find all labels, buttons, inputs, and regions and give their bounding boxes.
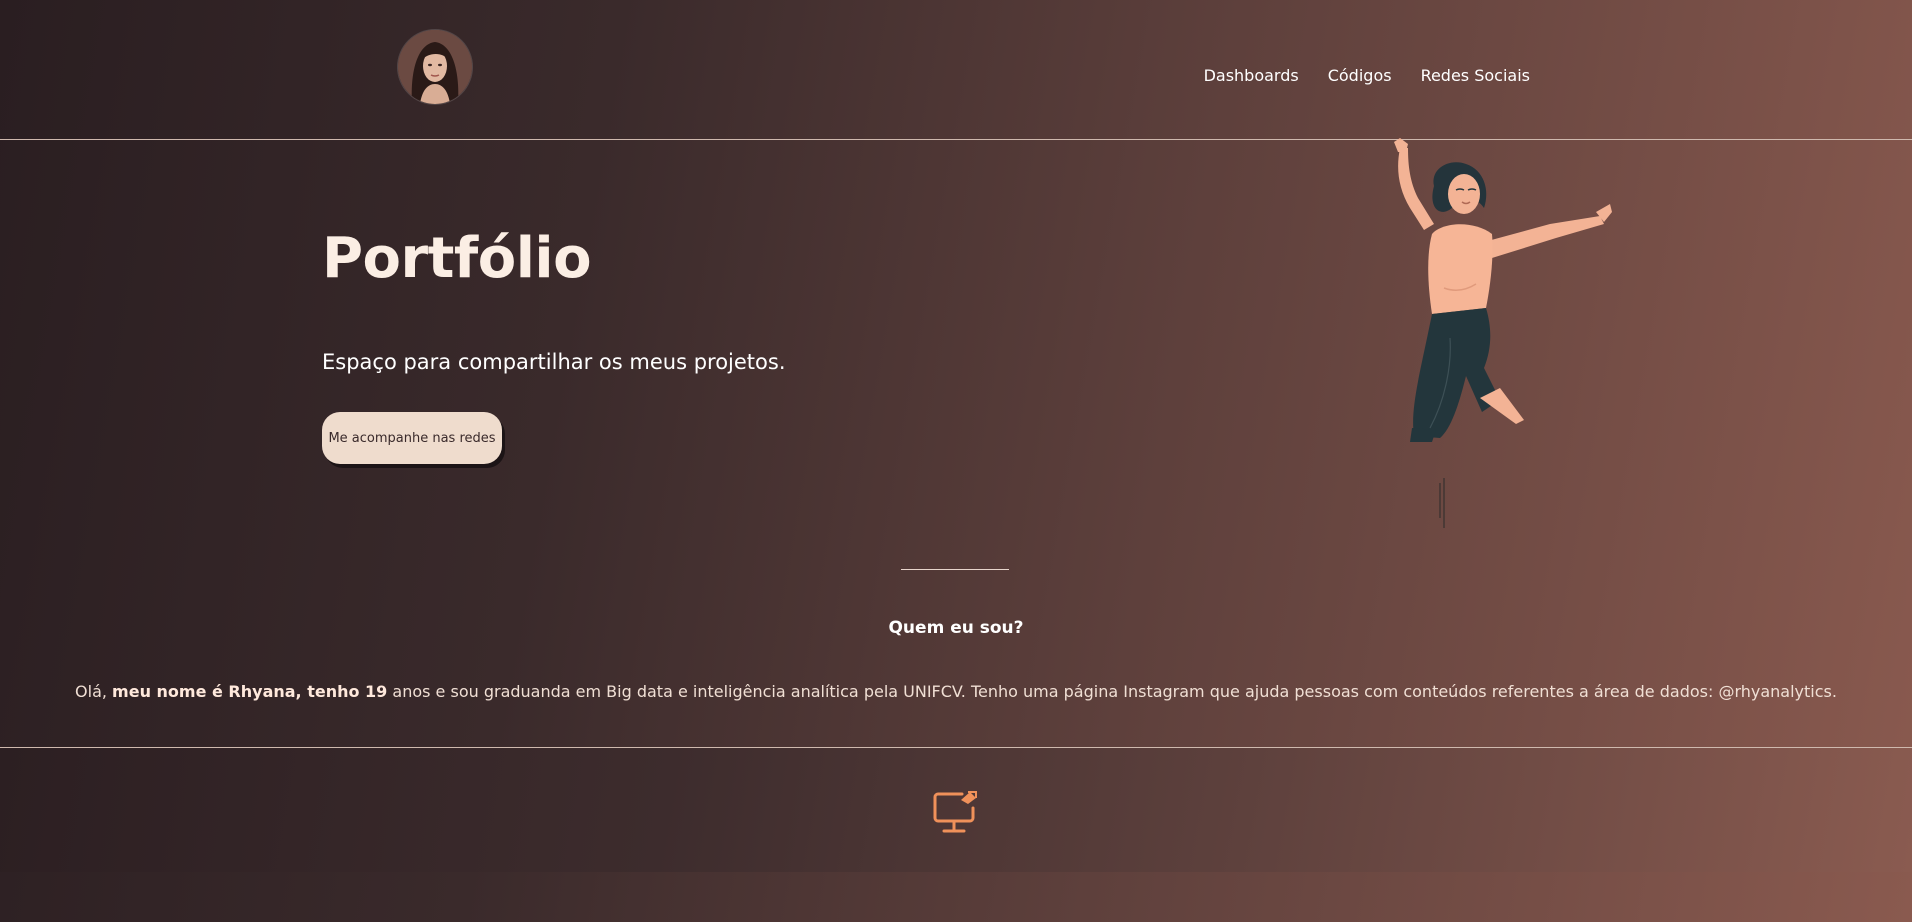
site-header: Dashboards Códigos Redes Sociais — [0, 0, 1912, 140]
about-text-prefix: Olá, — [75, 682, 113, 701]
nav-link-redes-sociais[interactable]: Redes Sociais — [1421, 66, 1530, 85]
nav-link-dashboards[interactable]: Dashboards — [1204, 66, 1299, 85]
about-text-suffix: anos e sou graduanda em Big data e intel… — [387, 682, 1837, 701]
about-text-bold: meu nome é Rhyana, tenho 19 — [112, 682, 388, 701]
monitor-icon — [933, 791, 977, 833]
section-divider — [901, 569, 1009, 570]
about-paragraph: Olá, meu nome é Rhyana, tenho 19 anos e … — [0, 682, 1912, 701]
nav-link-codigos[interactable]: Códigos — [1328, 66, 1392, 85]
main-nav: Dashboards Códigos Redes Sociais — [1204, 66, 1530, 85]
avatar-photo — [398, 30, 472, 104]
hero-subtitle: Espaço para compartilhar os meus projeto… — [322, 350, 786, 374]
follow-social-button[interactable]: Me acompanhe nas redes — [322, 412, 502, 464]
about-heading: Quem eu sou? — [888, 618, 1024, 638]
page-title: Portfólio — [322, 226, 592, 291]
avatar[interactable] — [398, 30, 472, 104]
jumping-woman-illustration — [1394, 138, 1612, 528]
